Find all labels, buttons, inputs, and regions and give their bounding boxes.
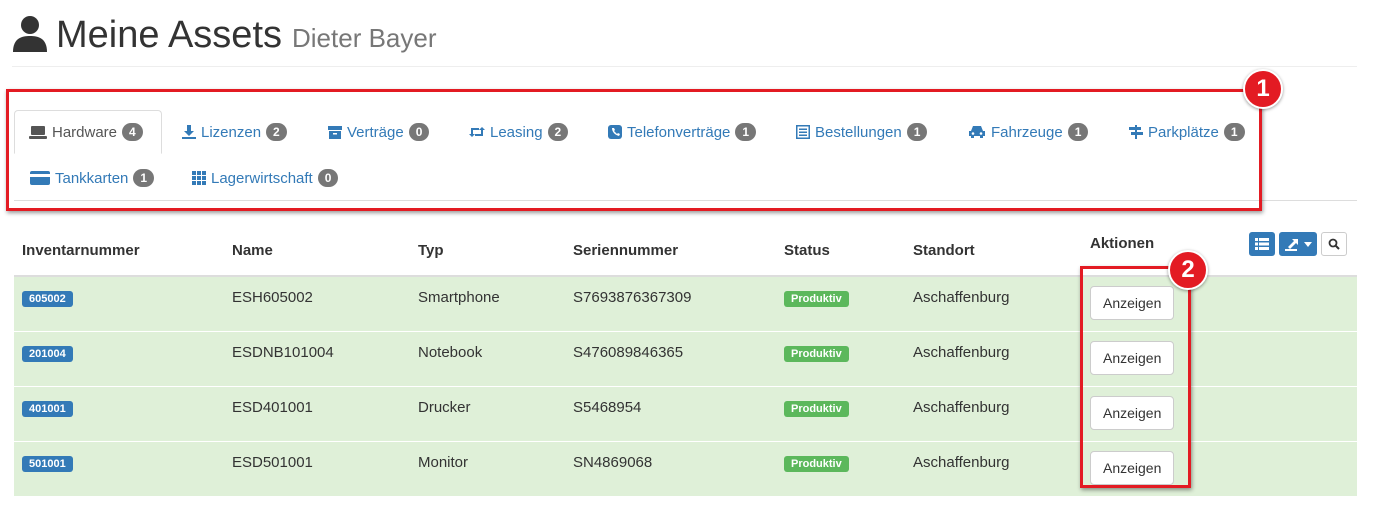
- serial-number: SN4869068: [565, 440, 776, 496]
- user-icon: [13, 16, 47, 52]
- annotation-box-actions: [1080, 266, 1191, 488]
- page-header: Meine Assets Dieter Bayer: [12, 10, 1357, 67]
- location: Aschaffenburg: [905, 440, 1082, 496]
- column-header[interactable]: Status: [776, 225, 905, 277]
- annotation-marker: 1: [1243, 69, 1283, 109]
- column-header[interactable]: Standort: [905, 225, 1082, 277]
- inventory-label: 401001: [22, 400, 73, 417]
- status-badge: Produktiv: [784, 400, 849, 417]
- serial-number: S476089846365: [565, 330, 776, 386]
- asset-name: ESD501001: [224, 440, 410, 496]
- asset-name: ESH605002: [224, 275, 410, 331]
- column-header[interactable]: Name: [224, 225, 410, 277]
- column-header[interactable]: Inventarnummer: [14, 225, 224, 277]
- page-title: Meine Assets Dieter Bayer: [56, 14, 437, 56]
- location: Aschaffenburg: [905, 385, 1082, 441]
- inventory-label: 501001: [22, 455, 73, 472]
- status-badge: Produktiv: [784, 291, 849, 307]
- asset-type: Smartphone: [410, 275, 565, 331]
- asset-type: Drucker: [410, 385, 565, 441]
- inventory-label: 201004: [22, 345, 73, 362]
- asset-type: Monitor: [410, 440, 565, 496]
- serial-number: S5468954: [565, 385, 776, 441]
- annotation-box-tabs: [6, 89, 1262, 211]
- inventory-label: 605002: [22, 291, 73, 307]
- asset-name: ESD401001: [224, 385, 410, 441]
- annotation-marker: 2: [1168, 250, 1208, 290]
- column-header[interactable]: Seriennummer: [565, 225, 776, 277]
- asset-type: Notebook: [410, 330, 565, 386]
- serial-number: S7693876367309: [565, 275, 776, 331]
- status-badge: Produktiv: [784, 345, 849, 362]
- location: Aschaffenburg: [905, 275, 1082, 331]
- location: Aschaffenburg: [905, 330, 1082, 386]
- page-subtitle: Dieter Bayer: [292, 23, 437, 53]
- asset-name: ESDNB101004: [224, 330, 410, 386]
- column-header[interactable]: Typ: [410, 225, 565, 277]
- status-badge: Produktiv: [784, 455, 849, 472]
